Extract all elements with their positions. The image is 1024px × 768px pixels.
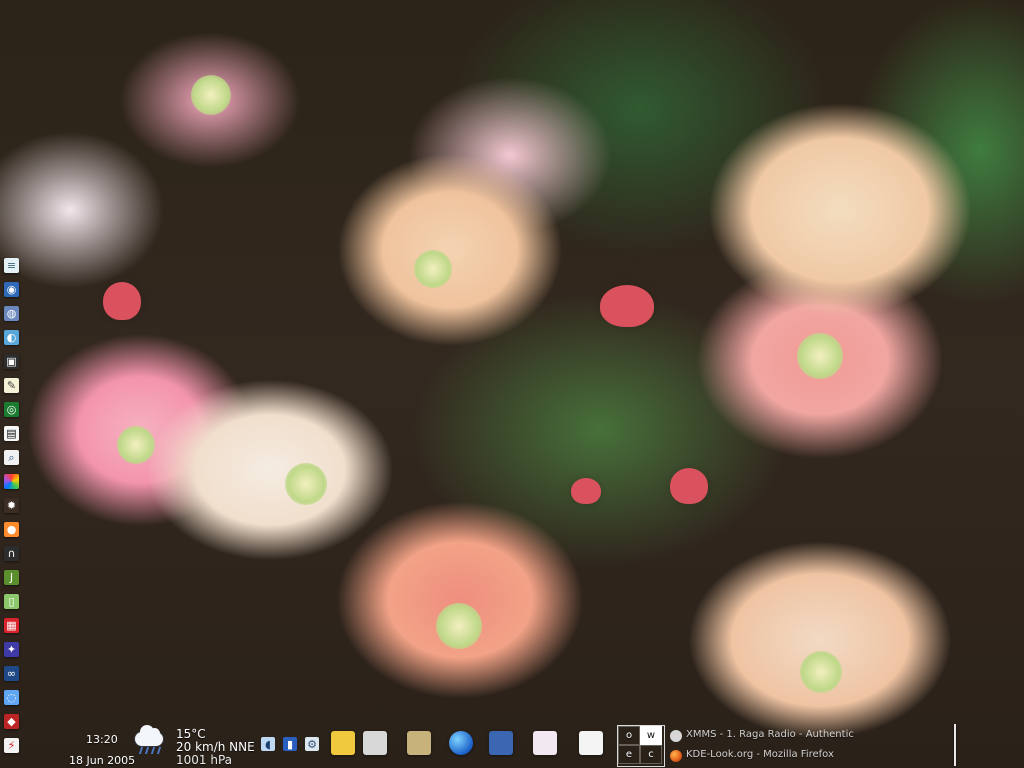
battery-icon[interactable]: ▮: [283, 737, 297, 751]
task-title[interactable]: XMMS - 1. Raga Radio - Authentic: [686, 729, 854, 740]
kde-panel: 13:20 18 Jun 2005 15°C 20 km/h NNE 1001 …: [0, 722, 1024, 768]
photo-icon[interactable]: ▦: [4, 618, 19, 633]
flower-center: [414, 250, 452, 288]
headphones-icon[interactable]: ∩: [4, 546, 19, 561]
music-icon[interactable]: ●: [4, 522, 19, 537]
flower-center: [436, 603, 482, 649]
panel-divider: [954, 724, 956, 766]
virtual-desktop-pager: o w e c: [617, 725, 665, 767]
flower-center: [117, 426, 155, 464]
left-launcher-column: ≡ ◉ ◍ ◐ ▣ ✎ ◎ ▤ ⌕ ✹ ● ∩ J ▯ ▦ ✦ ∞ ◌ ◆ ⚡: [0, 254, 24, 764]
weather-temperature: 15°C: [176, 727, 206, 741]
rain-drop: [150, 747, 156, 754]
search-icon[interactable]: ⌕: [4, 450, 19, 465]
network-monitor-icon[interactable]: [533, 731, 557, 755]
clock-date: 18 Jun 2005: [69, 754, 136, 767]
earth-icon[interactable]: ◐: [4, 330, 19, 345]
disk-icon[interactable]: ◌: [4, 690, 19, 705]
server-icon[interactable]: ≡: [4, 258, 19, 273]
rain-cloud-icon: [133, 725, 169, 757]
globe-icon[interactable]: ◉: [4, 282, 19, 297]
package-icon[interactable]: [331, 731, 355, 755]
color-wheel-icon[interactable]: [4, 474, 19, 489]
flower-bud: [571, 478, 601, 504]
flower-center: [285, 463, 327, 505]
desktop-wallpaper: [0, 0, 1024, 768]
rain-drop: [138, 747, 144, 754]
speaker-icon[interactable]: ◖: [261, 737, 275, 751]
calendar-icon[interactable]: ▤: [4, 426, 19, 441]
flower-center: [191, 75, 231, 115]
java-icon[interactable]: J: [4, 570, 19, 585]
world-icon[interactable]: ◍: [4, 306, 19, 321]
settings-icon[interactable]: ⚙: [305, 737, 319, 751]
terminal-icon[interactable]: ▣: [4, 354, 19, 369]
flower-bud: [670, 468, 708, 504]
file-cabinet-icon[interactable]: [407, 731, 431, 755]
weather-wind: 20 km/h NNE: [176, 740, 255, 754]
pager-desktop[interactable]: c: [640, 745, 662, 764]
spider-icon[interactable]: ✹: [4, 498, 19, 513]
firefox-icon[interactable]: [670, 750, 682, 762]
pager-desktop[interactable]: o: [618, 726, 640, 745]
phone-icon[interactable]: ▯: [4, 594, 19, 609]
flower-bud: [600, 285, 654, 327]
kate-icon[interactable]: [579, 731, 603, 755]
rain-drop: [156, 747, 162, 754]
pager-desktop[interactable]: e: [618, 745, 640, 764]
globe-browser-icon[interactable]: [449, 731, 473, 755]
link-icon[interactable]: ∞: [4, 666, 19, 681]
clock-time: 13:20: [86, 733, 118, 746]
tools-icon[interactable]: [363, 731, 387, 755]
rain-drop: [144, 747, 150, 754]
dictionary-icon[interactable]: [489, 731, 513, 755]
music-player-icon[interactable]: [670, 730, 682, 742]
flower-center: [797, 333, 843, 379]
flower-center: [800, 651, 842, 693]
notes-icon[interactable]: ✎: [4, 378, 19, 393]
cloud-shape: [135, 725, 163, 746]
flower-bud: [103, 282, 141, 320]
task-title[interactable]: KDE-Look.org - Mozilla Firefox: [686, 749, 834, 760]
pager-desktop[interactable]: w: [640, 726, 662, 745]
weather-pressure: 1001 hPa: [176, 753, 233, 767]
messenger-icon[interactable]: ✦: [4, 642, 19, 657]
network-icon[interactable]: ◎: [4, 402, 19, 417]
